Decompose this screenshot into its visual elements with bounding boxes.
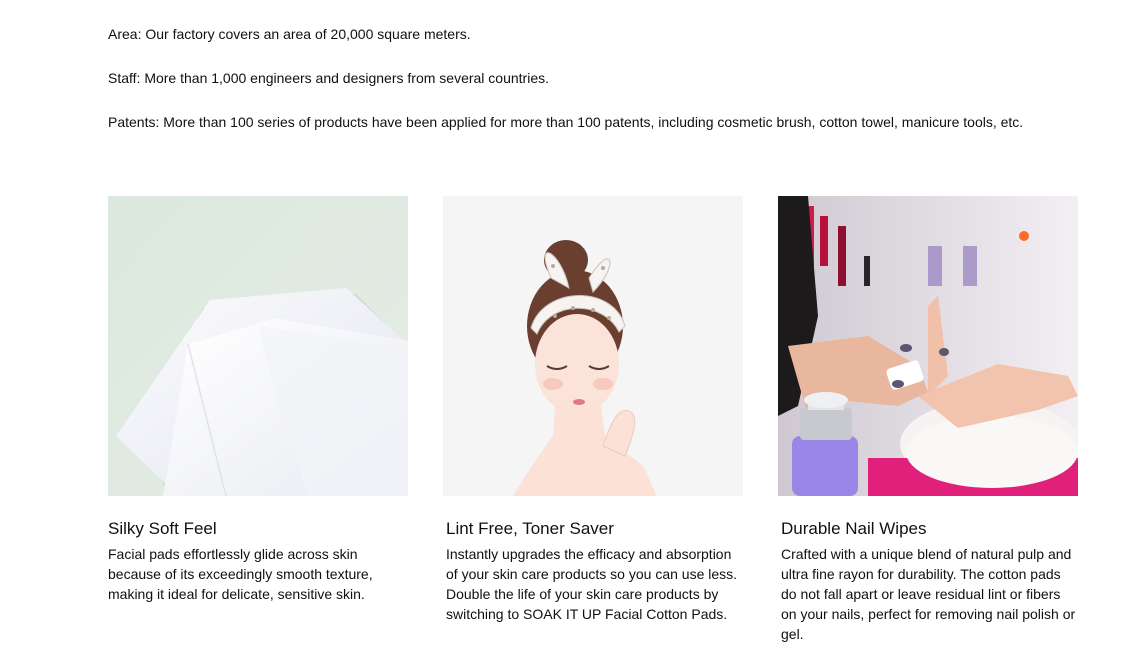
card-description: Facial pads effortlessly glide across sk… <box>108 546 373 602</box>
cotton-pads-image <box>108 196 408 496</box>
feature-card-silky-soft: Silky Soft Feel Facial pads effortlessly… <box>108 196 408 604</box>
card-title: Silky Soft Feel <box>108 519 217 538</box>
feature-card-nail-wipes: Durable Nail Wipes Crafted with a unique… <box>778 196 1078 644</box>
fact-patents: Patents: More than 100 series of product… <box>108 114 1024 130</box>
feature-card-lint-free: Lint Free, Toner Saver Instantly upgrade… <box>443 196 743 624</box>
card-description: Instantly upgrades the efficacy and abso… <box>446 546 738 622</box>
woman-illustration-image <box>443 196 743 496</box>
card-title: Durable Nail Wipes <box>781 519 927 538</box>
fact-staff: Staff: More than 1,000 engineers and des… <box>108 70 549 86</box>
card-description: Crafted with a unique blend of natural p… <box>781 546 1076 642</box>
factory-facts: Area: Our factory covers an area of 20,0… <box>108 24 1108 156</box>
fact-area: Area: Our factory covers an area of 20,0… <box>108 26 471 42</box>
card-title: Lint Free, Toner Saver <box>446 519 614 538</box>
nail-salon-image <box>778 196 1078 496</box>
